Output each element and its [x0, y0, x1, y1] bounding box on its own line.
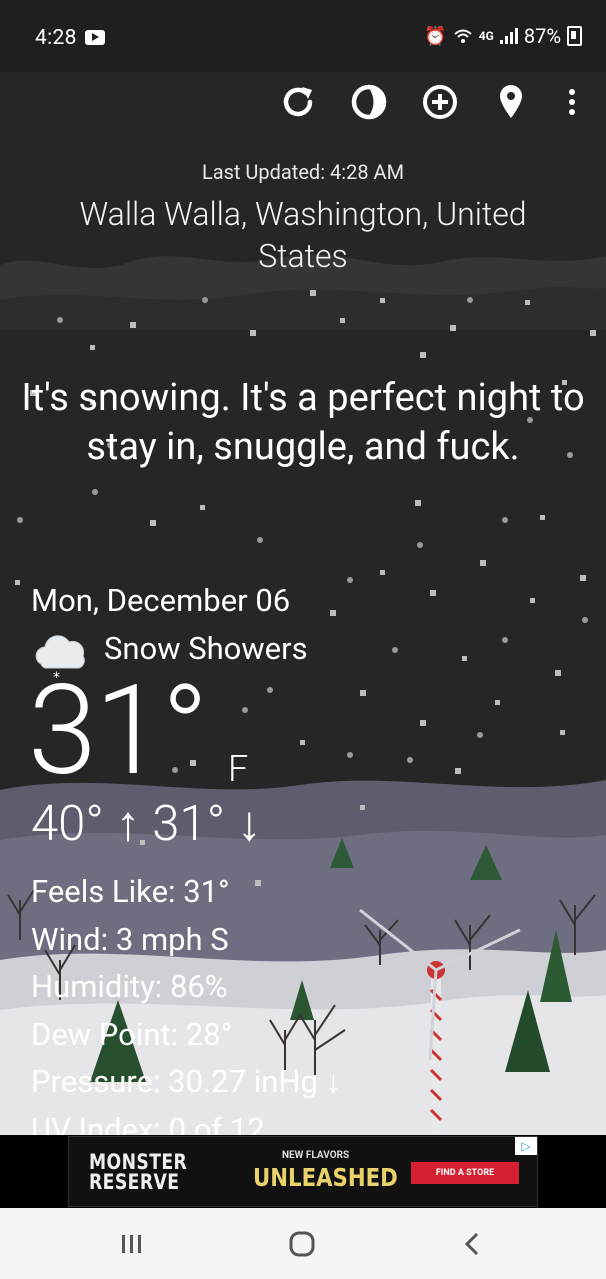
ad-cta-button[interactable]: FIND A STORE — [411, 1162, 519, 1184]
refresh-icon — [283, 87, 313, 117]
ad-tagline-small: NEW FLAVORS — [282, 1150, 350, 1161]
overflow-menu-button[interactable] — [552, 80, 592, 124]
home-icon — [289, 1231, 315, 1257]
wind-row: Wind: 3 mph S — [31, 920, 229, 958]
system-nav-bar — [0, 1208, 606, 1279]
weather-quip: It's snowing. It's a perfect night to st… — [21, 376, 585, 469]
current-location-button[interactable] — [489, 80, 533, 124]
app-toolbar — [0, 80, 606, 130]
theme-icon — [351, 84, 387, 120]
more-vert-icon — [569, 89, 575, 115]
ad-banner-container: MONSTER RESERVE NEW FLAVORS UNLEASHED FI… — [0, 1135, 606, 1208]
location-pin-icon — [500, 85, 522, 118]
current-temperature: 31° — [28, 659, 208, 804]
location-title: Walla Walla, Washington, United States — [79, 195, 527, 275]
add-location-icon — [423, 85, 457, 119]
pressure-row: Pressure: 30.27 inHg ↓ — [31, 1063, 342, 1100]
humidity-row: Humidity: 86% — [31, 968, 228, 1005]
battery-percent: 87% — [523, 24, 561, 48]
battery-icon — [567, 26, 582, 46]
signal-icon — [499, 28, 518, 44]
high-low-temperature: 40° ↑ 31° ↓ — [31, 795, 262, 852]
home-button[interactable] — [272, 1222, 332, 1266]
refresh-button[interactable] — [276, 80, 320, 124]
alarm-icon: ⏰ — [424, 25, 447, 47]
recent-apps-button[interactable] — [102, 1222, 162, 1266]
add-location-button[interactable] — [418, 80, 462, 124]
ad-tagline-big: UNLEASHED — [253, 1163, 398, 1192]
adchoices-icon[interactable]: ▷ — [515, 1137, 537, 1155]
status-bar: 4:28 ⏰ 4G 87% — [0, 0, 606, 72]
last-updated-label: Last Updated: 4:28 AM — [201, 160, 405, 184]
feels-like-row: Feels Like: 31° — [31, 873, 230, 910]
back-button[interactable] — [442, 1222, 502, 1266]
wifi-icon — [454, 29, 472, 43]
network-type-label: 4G — [478, 29, 494, 43]
weather-details: Feels Like: 31° Wind: 3 mph S Humidity: … — [31, 868, 341, 1153]
youtube-notification-icon — [85, 30, 105, 45]
forecast-date: Mon, December 06 — [31, 582, 291, 619]
temperature-unit: F — [228, 748, 249, 790]
theme-button[interactable] — [347, 80, 391, 124]
ad-brand: MONSTER RESERVE — [89, 1150, 188, 1194]
status-time: 4:28 — [35, 26, 77, 50]
status-icons: ⏰ 4G 87% — [424, 24, 582, 48]
recent-apps-icon — [122, 1235, 141, 1253]
back-icon — [464, 1232, 479, 1256]
dew-point-row: Dew Point: 28° — [31, 1015, 233, 1053]
ad-banner[interactable]: MONSTER RESERVE NEW FLAVORS UNLEASHED FI… — [68, 1136, 538, 1207]
